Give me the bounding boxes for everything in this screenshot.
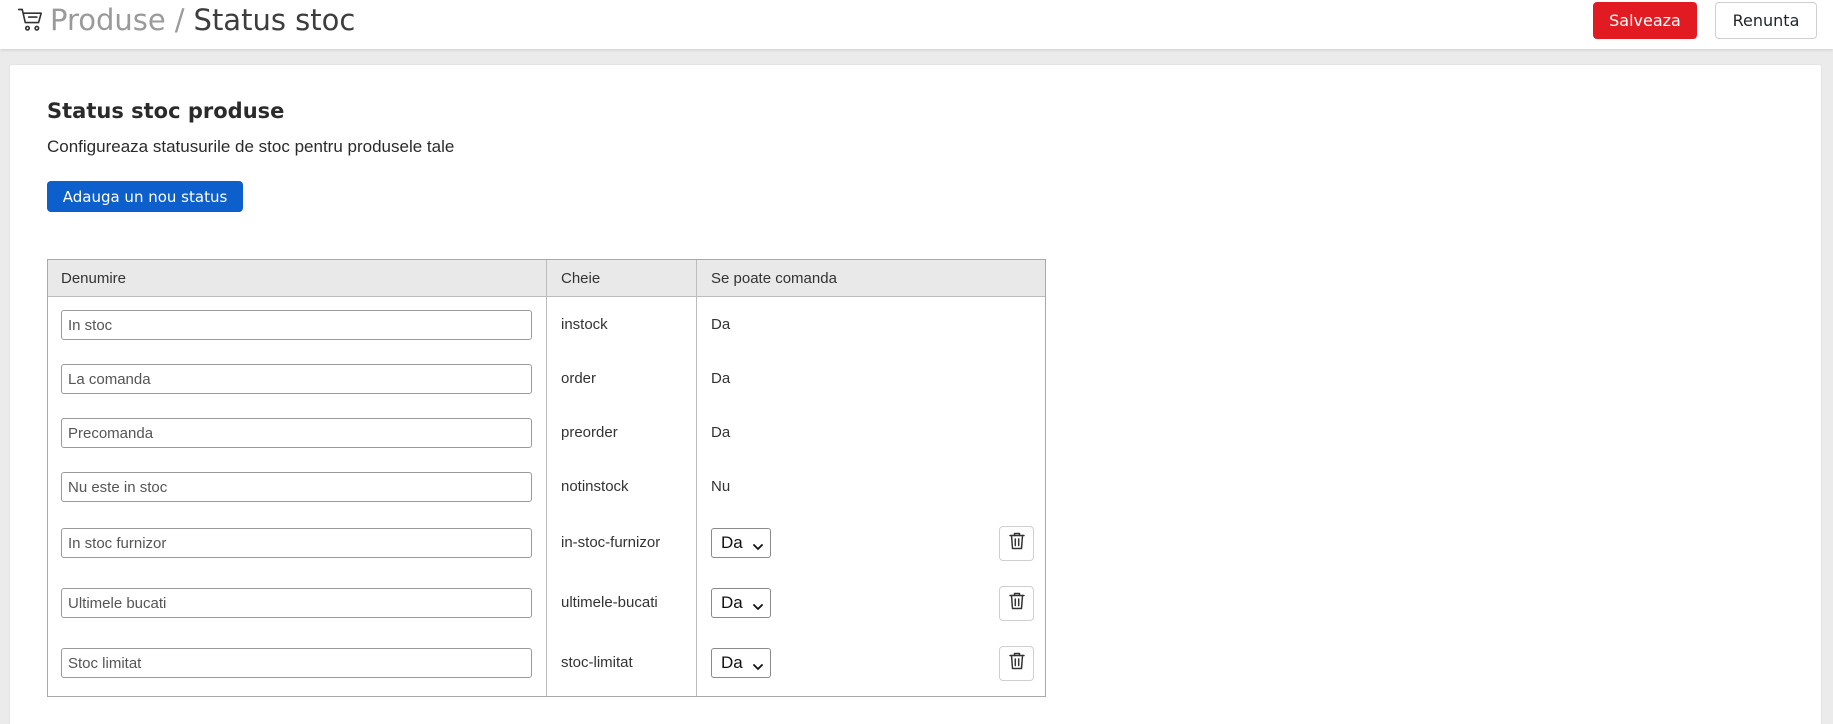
status-key: instock — [561, 316, 608, 333]
table-row: in-stoc-furnizor Da — [48, 526, 1045, 561]
orderable-select[interactable]: Da — [711, 588, 771, 618]
delete-status-button[interactable] — [999, 646, 1034, 681]
orderable-select-value: Da — [721, 593, 743, 612]
orderable-select-value: Da — [721, 653, 743, 672]
table-row: stoc-limitat Da — [48, 646, 1045, 681]
status-key: notinstock — [561, 478, 629, 495]
trash-icon — [1008, 651, 1026, 676]
status-key: ultimele-bucati — [561, 594, 658, 611]
shopping-cart-icon — [17, 6, 45, 34]
status-name-input[interactable] — [61, 310, 532, 340]
save-button[interactable]: Salveaza — [1593, 2, 1697, 39]
breadcrumb-current: Status stoc — [193, 3, 356, 37]
section-subtitle: Configureaza statusurile de stoc pentru … — [47, 137, 455, 156]
orderable-select-value: Da — [721, 533, 743, 552]
column-header-key: Cheie — [561, 270, 601, 287]
status-key: stoc-limitat — [561, 654, 633, 671]
orderable-select[interactable]: Da — [711, 648, 771, 678]
chevron-down-icon — [752, 598, 764, 610]
stock-status-table: Denumire Cheie Se poate comanda instock D… — [47, 259, 1046, 697]
table-row: order Da — [48, 364, 1045, 394]
delete-status-button[interactable] — [999, 586, 1034, 621]
status-name-input[interactable] — [61, 528, 532, 558]
column-header-name: Denumire — [61, 270, 127, 287]
table-row: instock Da — [48, 310, 1045, 340]
trash-icon — [1008, 591, 1026, 616]
status-name-input[interactable] — [61, 472, 532, 502]
orderable-value: Da — [711, 370, 731, 387]
add-status-button[interactable]: Adauga un nou status — [47, 181, 243, 212]
table-row: notinstock Nu — [48, 472, 1045, 502]
trash-icon — [1008, 531, 1026, 556]
orderable-value: Da — [711, 316, 731, 333]
breadcrumb: Produse / Status stoc — [17, 2, 355, 38]
orderable-select[interactable]: Da — [711, 528, 771, 558]
chevron-down-icon — [752, 658, 764, 670]
breadcrumb-parent[interactable]: Produse — [50, 3, 166, 37]
delete-status-button[interactable] — [999, 526, 1034, 561]
table-row: ultimele-bucati Da — [48, 586, 1045, 621]
top-bar: Produse / Status stoc Salveaza Renunta — [0, 0, 1833, 49]
section-title: Status stoc produse — [47, 99, 285, 123]
status-key: order — [561, 370, 597, 387]
status-key: in-stoc-furnizor — [561, 534, 661, 551]
status-name-input[interactable] — [61, 648, 532, 678]
orderable-value: Da — [711, 424, 731, 441]
column-header-orderable: Se poate comanda — [711, 270, 837, 287]
chevron-down-icon — [752, 538, 764, 550]
status-name-input[interactable] — [61, 418, 532, 448]
orderable-value: Nu — [711, 478, 731, 495]
cancel-button[interactable]: Renunta — [1715, 2, 1817, 39]
status-name-input[interactable] — [61, 588, 532, 618]
status-key: preorder — [561, 424, 618, 441]
table-row: preorder Da — [48, 418, 1045, 448]
status-name-input[interactable] — [61, 364, 532, 394]
breadcrumb-separator: / — [174, 3, 185, 37]
